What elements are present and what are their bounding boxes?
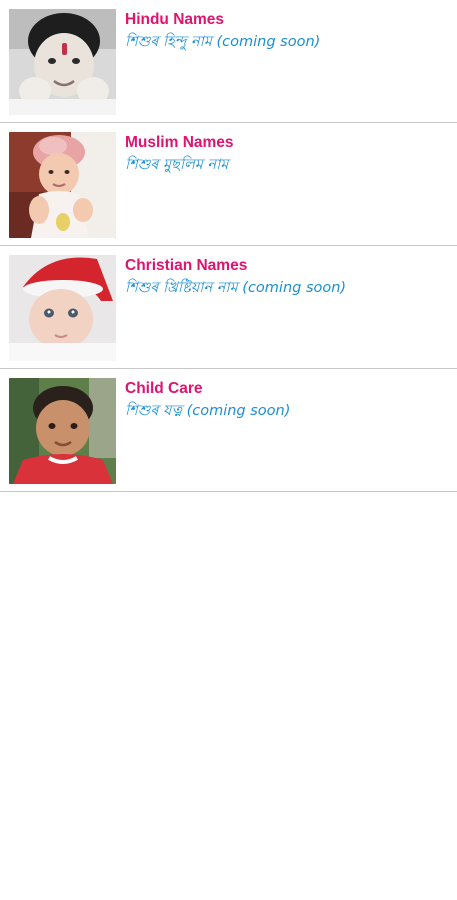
item-subtitle: শিশুৰ খ্রিষ্টিয়ান নাম (coming soon) <box>125 280 347 296</box>
list-item-text: Hindu Names শিশুৰ হিন্দু নাম (coming soo… <box>125 10 451 54</box>
item-subtitle: শিশুৰ মুছলিম নাম <box>125 157 229 173</box>
item-title: Muslim Names <box>125 134 234 151</box>
item-subtitle: শিশুৰ হিন্দু নাম (coming soon) <box>125 34 321 50</box>
category-list: Hindu Names শিশুৰ হিন্দু নাম (coming soo… <box>0 0 457 492</box>
list-item-child-care[interactable]: Child Care শিশুৰ যত্ন (coming soon) <box>0 369 457 492</box>
item-title: Hindu Names <box>125 11 225 28</box>
item-subtitle: শিশুৰ যত্ন (coming soon) <box>125 403 291 419</box>
baby-photo-hindu <box>9 9 116 115</box>
child-photo-care <box>9 378 116 484</box>
list-item-christian-names[interactable]: Christian Names শিশুৰ খ্রিষ্টিয়ান নাম (… <box>0 246 457 369</box>
baby-photo-muslim <box>9 132 116 238</box>
list-item-text: Child Care শিশুৰ যত্ন (coming soon) <box>125 379 451 423</box>
list-item-hindu-names[interactable]: Hindu Names শিশুৰ হিন্দু নাম (coming soo… <box>0 0 457 123</box>
item-title: Child Care <box>125 380 203 397</box>
list-item-text: Muslim Names শিশুৰ মুছলিম নাম <box>125 133 451 177</box>
item-title: Christian Names <box>125 257 248 274</box>
list-item-text: Christian Names শিশুৰ খ্রিষ্টিয়ান নাম (… <box>125 256 451 300</box>
baby-photo-christian <box>9 255 116 361</box>
list-item-muslim-names[interactable]: Muslim Names শিশুৰ মুছলিম নাম <box>0 123 457 246</box>
